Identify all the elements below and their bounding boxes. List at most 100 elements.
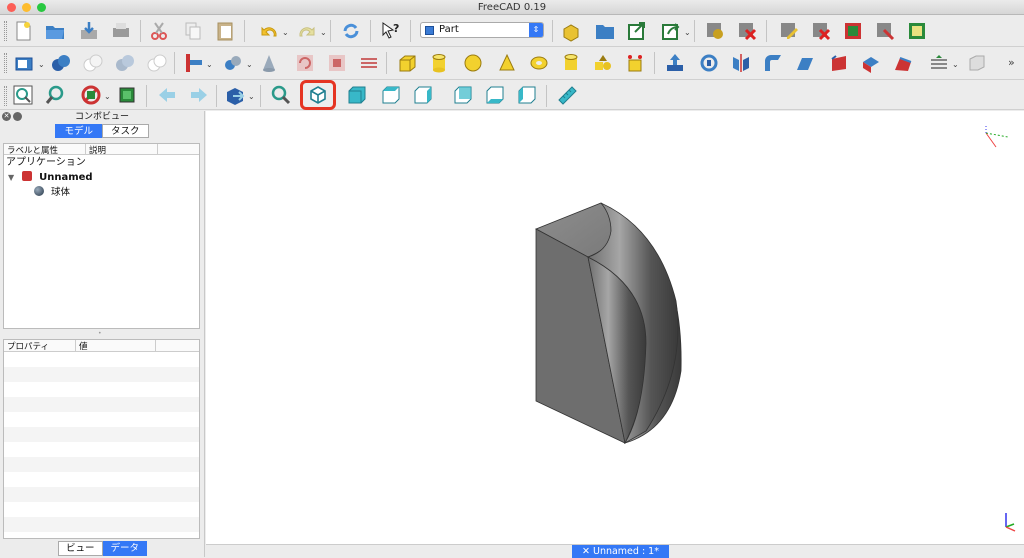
revolve-button[interactable] (696, 51, 722, 75)
box-button[interactable] (394, 51, 420, 75)
close-tab-icon[interactable]: ✕ (582, 546, 593, 557)
quarter-sphere-solid[interactable] (535, 202, 682, 445)
part-tool-button[interactable] (144, 51, 170, 75)
tree-item-sphere[interactable]: 球体 (4, 185, 199, 200)
shape-button[interactable] (324, 51, 350, 75)
3d-canvas[interactable] (206, 111, 1024, 544)
toolbar-grip[interactable] (4, 53, 7, 73)
view-sync-button[interactable] (222, 83, 248, 107)
new-document-button[interactable] (10, 19, 36, 43)
macro-debug-button[interactable] (840, 19, 866, 43)
macro-record-button[interactable] (702, 19, 728, 43)
bounding-box-button[interactable] (114, 83, 140, 107)
toolbar-overflow-icon[interactable]: » (1008, 56, 1015, 69)
isometric-view-button[interactable] (300, 80, 336, 110)
workbench-selector[interactable]: Part ⇕ (420, 22, 544, 38)
minimize-window-button[interactable] (22, 3, 31, 12)
fit-all-button[interactable] (10, 83, 36, 107)
export-dropdown-arrow[interactable]: ⌄ (684, 28, 691, 37)
right-view-button[interactable] (410, 83, 436, 107)
chamfer-button[interactable] (792, 51, 818, 75)
float-panel-icon[interactable] (13, 112, 22, 121)
part-tool-dropdown[interactable]: ⌄ (206, 60, 213, 69)
tube-button[interactable] (558, 51, 584, 75)
cylinder-button[interactable] (426, 51, 452, 75)
refresh-button[interactable] (338, 19, 364, 43)
top-view-button[interactable] (378, 83, 404, 107)
toolbar-grip[interactable] (4, 86, 7, 106)
link-dropdown-arrow[interactable]: ⌄ (246, 60, 253, 69)
navigation-cube-axis[interactable] (985, 125, 1009, 148)
folder-button[interactable] (592, 19, 618, 43)
close-panel-icon[interactable]: ✕ (2, 112, 11, 121)
front-view-button[interactable] (344, 83, 370, 107)
whats-this-button[interactable]: ? (378, 19, 404, 43)
zoom-button[interactable] (268, 83, 294, 107)
shape-builder-button[interactable] (622, 51, 648, 75)
tree-root-application[interactable]: アプリケーション (4, 155, 199, 170)
tab-data[interactable]: データ (102, 541, 148, 556)
section-button[interactable] (926, 51, 952, 75)
export-dropdown-button[interactable] (658, 19, 684, 43)
print-button[interactable] (108, 19, 134, 43)
splitter-handle[interactable]: • (98, 331, 106, 337)
measure-button[interactable] (554, 83, 580, 107)
cone-tool-button[interactable] (256, 51, 282, 75)
view-sync-dropdown[interactable]: ⌄ (248, 92, 255, 101)
macro-step-button[interactable] (872, 19, 898, 43)
offset-button[interactable] (964, 51, 990, 75)
property-header-name[interactable]: プロパティ (4, 340, 76, 352)
open-button[interactable] (42, 19, 68, 43)
tree-item-document[interactable]: ▼ Unnamed (4, 170, 199, 185)
draft-line-button[interactable] (180, 51, 206, 75)
link-group-button[interactable] (80, 51, 106, 75)
property-header-value[interactable]: 値 (76, 340, 156, 352)
macro-stop-button[interactable] (734, 19, 760, 43)
tree-header-description[interactable]: 説明 (86, 144, 158, 156)
zoom-window-button[interactable] (37, 3, 46, 12)
undo-dropdown-arrow[interactable]: ⌄ (282, 28, 289, 37)
torus-button[interactable] (526, 51, 552, 75)
tab-view[interactable]: ビュー (58, 541, 103, 556)
tab-tasks[interactable]: タスク (102, 124, 149, 138)
export-button[interactable] (624, 19, 650, 43)
close-window-button[interactable] (7, 3, 16, 12)
left-view-button[interactable] (514, 83, 540, 107)
cut-button[interactable] (146, 19, 172, 43)
draw-style-dropdown[interactable]: ⌄ (104, 92, 111, 101)
view-std-dropdown[interactable]: ⌄ (38, 60, 45, 69)
section-dropdown[interactable]: ⌄ (952, 60, 959, 69)
box-workbench-button[interactable] (558, 19, 584, 43)
macro-edit-button[interactable] (776, 19, 802, 43)
link-button[interactable] (48, 51, 74, 75)
macro-step-into-button[interactable] (904, 19, 930, 43)
cone-button[interactable] (494, 51, 520, 75)
toolbar-grip[interactable] (4, 21, 7, 41)
copy-button[interactable] (180, 19, 206, 43)
back-button[interactable] (154, 83, 180, 107)
unlink-button[interactable] (112, 51, 138, 75)
tab-model[interactable]: モデル (55, 124, 102, 138)
extrude-button[interactable] (662, 51, 688, 75)
paste-button[interactable] (212, 19, 238, 43)
mirror-button[interactable] (728, 51, 754, 75)
face-button[interactable] (826, 51, 852, 75)
fit-selection-button[interactable] (42, 83, 68, 107)
macro-execute-button[interactable] (808, 19, 834, 43)
undo-shape-button[interactable] (292, 51, 318, 75)
bottom-view-button[interactable] (482, 83, 508, 107)
document-tab[interactable]: ✕ Unnamed : 1* (572, 545, 669, 558)
view-std-button[interactable] (12, 51, 38, 75)
draw-style-button[interactable] (78, 83, 104, 107)
tree-header-label[interactable]: ラベルと属性 (4, 144, 86, 156)
layers-button[interactable] (356, 51, 382, 75)
loft-button[interactable] (890, 51, 916, 75)
sphere-button[interactable] (460, 51, 486, 75)
rear-view-button[interactable] (450, 83, 476, 107)
expand-arrow-icon[interactable]: ▼ (8, 173, 14, 182)
forward-button[interactable] (186, 83, 212, 107)
primitives-button[interactable] (590, 51, 616, 75)
3d-view[interactable] (206, 111, 1024, 544)
save-button[interactable] (76, 19, 102, 43)
undo-button[interactable] (256, 19, 282, 43)
